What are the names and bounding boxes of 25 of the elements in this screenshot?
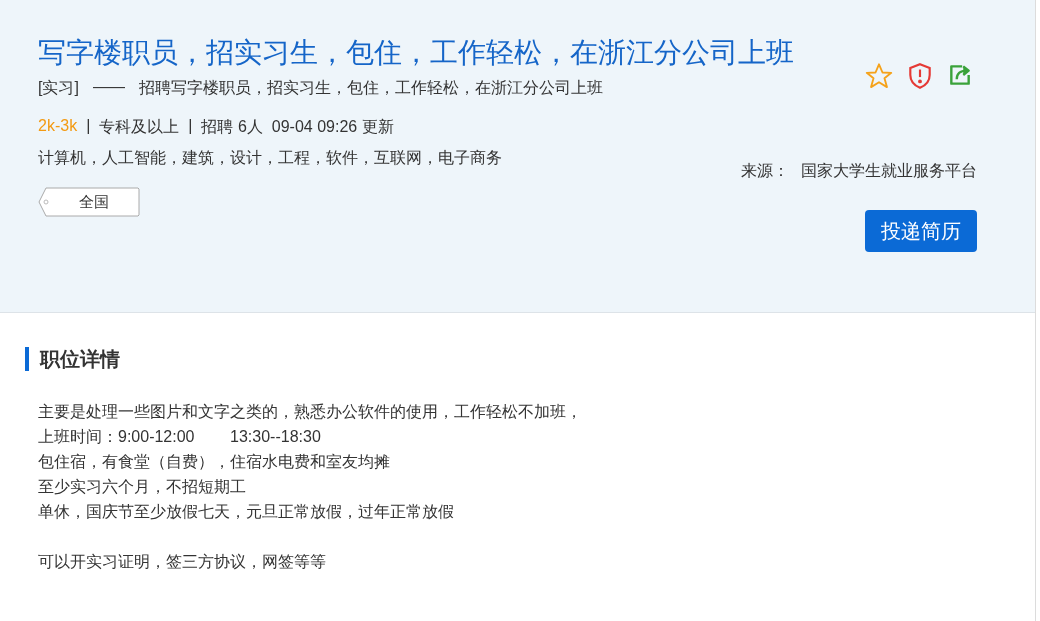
separator: | bbox=[86, 117, 91, 136]
location-tag: 全国 bbox=[38, 187, 140, 217]
dash: —— bbox=[92, 78, 125, 97]
majors: 计算机，人工智能，建筑，设计，工程，软件，互联网，电子商务 bbox=[38, 148, 503, 168]
section-heading: 职位详情 bbox=[25, 347, 1035, 371]
separator: | bbox=[188, 117, 193, 136]
detail-line: 至少实习六个月，不招短期工 bbox=[38, 477, 247, 497]
job-meta: 09-04 09:26 更新 bbox=[271, 117, 394, 137]
apply-button[interactable]: 投递简历 bbox=[865, 210, 977, 252]
detail-line: 上班时间：9:00-12:00 13:30--18:30 bbox=[38, 427, 322, 447]
star-icon[interactable] bbox=[865, 62, 893, 90]
share-icon[interactable] bbox=[947, 62, 973, 88]
job-type: [实习] bbox=[38, 78, 79, 98]
source-name: 国家大学生就业服务平台 bbox=[801, 161, 977, 181]
source-label: 来源： bbox=[741, 161, 789, 181]
detail-line: 单休，国庆节至少放假七天，元旦正常放假，过年正常放假 bbox=[38, 502, 455, 522]
detail-line: 包住宿，有食堂（自费），住宿水电费和室友均摊 bbox=[38, 452, 391, 472]
job-title: 写字楼职员，招实习生，包住，工作轻松，在浙江分公司上班 bbox=[38, 36, 795, 70]
job-summary: 招聘写字楼职员，招实习生，包住，工作轻松，在浙江分公司上班 bbox=[138, 78, 603, 98]
job-meta: 招聘 6人 bbox=[201, 117, 263, 137]
salary: 2k-3k bbox=[38, 117, 78, 136]
shield-alert-icon[interactable] bbox=[907, 62, 933, 90]
detail-line: 可以开实习证明，签三方协议，网签等等 bbox=[38, 552, 327, 572]
detail-line: 主要是处理一些图片和文字之类的，熟悉办公软件的使用，工作轻松不加班， bbox=[38, 402, 583, 422]
job-meta: 专科及以上 bbox=[99, 117, 180, 137]
